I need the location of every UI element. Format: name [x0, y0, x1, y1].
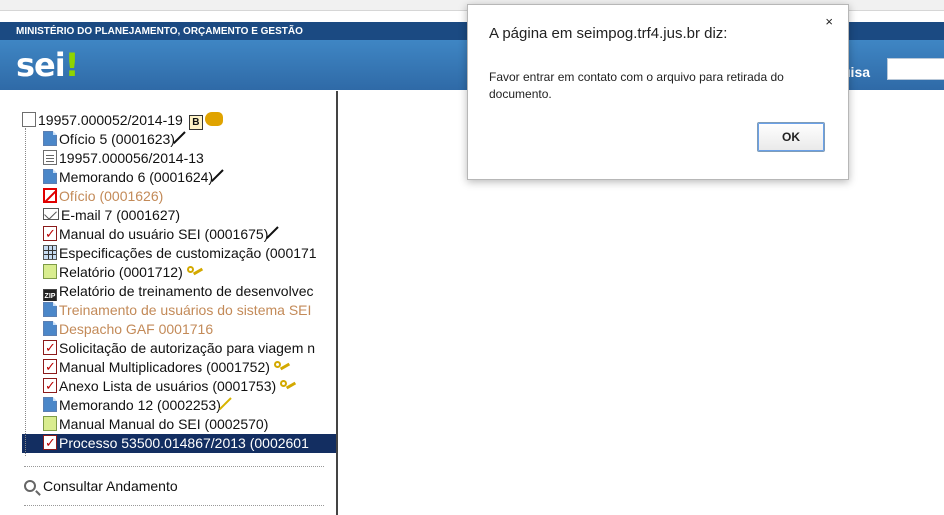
document-icon	[43, 321, 57, 336]
tree-item-3[interactable]: Ofício (0001626)	[22, 187, 336, 206]
tree-item-6[interactable]: Especificações de customização (000171	[22, 244, 336, 263]
tree-item-7[interactable]: Relatório (0001712)	[22, 263, 336, 282]
panel-divider[interactable]	[336, 91, 338, 515]
signature-icon	[216, 169, 236, 183]
tree-item-11[interactable]: Solicitação de autorização para viagem n	[22, 339, 336, 358]
tree-item-label: Treinamento de usuários do sistema SEI	[59, 302, 312, 318]
consult-history-label: Consultar Andamento	[43, 478, 178, 494]
document-list-icon	[22, 112, 36, 127]
tree-item-label: Memorando 12 (0002253)	[59, 397, 221, 413]
document-icon	[43, 397, 57, 412]
tree-root[interactable]: 19957.000052/2014-19 B	[22, 111, 336, 130]
tree-item-label: Manual do usuário SEI (0001675)	[59, 226, 269, 242]
document-icon	[43, 169, 57, 184]
tree-guide-line	[25, 128, 26, 456]
tree-item-label: Anexo Lista de usuários (0001753)	[59, 378, 277, 394]
key-icon	[273, 359, 292, 373]
ok-button[interactable]: OK	[757, 122, 825, 152]
tree-item-label: E-mail 7 (0001627)	[61, 207, 181, 223]
tree-item-label: Manual Manual do SEI (0002570)	[59, 416, 269, 432]
document-icon	[43, 302, 57, 317]
tree-item-12[interactable]: Manual Multiplicadores (0001752)	[22, 358, 336, 377]
tree-item-label: Processo 53500.014867/2013 (0002601	[59, 435, 309, 451]
hand-icon	[204, 112, 223, 126]
document-icon	[43, 131, 57, 146]
tree-item-label: Ofício 5 (0001623)	[59, 131, 175, 147]
tree-item-1[interactable]: 19957.000056/2014-13	[22, 149, 336, 168]
key-icon	[186, 264, 205, 278]
tree-item-label: Especificações de customização (000171	[59, 245, 317, 261]
signature-icon	[271, 226, 291, 240]
tree-item-label: Manual Multiplicadores (0001752)	[59, 359, 270, 375]
tree-item-label: Despacho GAF 0001716	[59, 321, 214, 337]
pdf-icon	[43, 225, 57, 243]
alert-dialog: A página em seimpog.trf4.jus.br diz: × F…	[467, 4, 849, 180]
tree-item-label: Solicitação de autorização para viagem n	[59, 340, 316, 356]
zip-icon: ZIP	[43, 289, 57, 301]
magnifier-icon	[24, 480, 36, 492]
tree-item-9[interactable]: Treinamento de usuários do sistema SEI	[22, 301, 336, 320]
consult-history-link[interactable]: Consultar Andamento	[24, 478, 178, 494]
pdf-icon	[43, 434, 57, 452]
badge-icon: B	[188, 115, 203, 130]
yellow-pen-icon	[224, 397, 244, 411]
spreadsheet-icon	[43, 245, 57, 260]
tree-item-label: Memorando 6 (0001624)	[59, 169, 214, 185]
pdf-icon	[43, 377, 57, 395]
sei-logo: sei!	[16, 46, 79, 84]
dialog-message: Favor entrar em contato com o arquivo pa…	[489, 70, 784, 101]
key-icon	[280, 378, 298, 392]
pdf-icon	[43, 339, 57, 357]
tree-item-label: Ofício (0001626)	[59, 188, 164, 204]
tree-item-13[interactable]: Anexo Lista de usuários (0001753)	[22, 377, 336, 396]
tree-item-5[interactable]: Manual do usuário SEI (0001675)	[22, 225, 336, 244]
cancelled-document-icon	[43, 188, 57, 203]
green-document-icon	[43, 416, 57, 431]
tree-root-label: 19957.000052/2014-19	[38, 112, 183, 128]
tree-item-2[interactable]: Memorando 6 (0001624)	[22, 168, 336, 187]
tree-item-16[interactable]: Processo 53500.014867/2013 (0002601	[22, 434, 336, 453]
tree-item-label: 19957.000056/2014-13	[59, 150, 204, 166]
close-icon[interactable]: ×	[825, 14, 833, 29]
tree-item-label: Relatório (0001712)	[59, 264, 183, 280]
search-input[interactable]	[887, 58, 944, 80]
tree-item-15[interactable]: Manual Manual do SEI (0002570)	[22, 415, 336, 434]
dialog-title: A página em seimpog.trf4.jus.br diz:	[489, 25, 728, 42]
ministry-title: MINISTÉRIO DO PLANEJAMENTO, ORÇAMENTO E …	[16, 26, 303, 37]
pdf-icon	[43, 358, 57, 376]
tree-item-label: Relatório de treinamento de desenvolvec	[59, 283, 314, 299]
separator	[24, 505, 324, 506]
signature-icon	[178, 131, 198, 145]
green-document-icon	[43, 264, 57, 279]
tree-item-0[interactable]: Ofício 5 (0001623)	[22, 130, 336, 149]
tree-item-8[interactable]: ZIP Relatório de treinamento de desenvolv…	[22, 282, 336, 301]
tree-item-4[interactable]: E-mail 7 (0001627)	[22, 206, 336, 225]
email-icon	[43, 208, 59, 220]
linked-process-icon	[43, 150, 57, 165]
separator	[24, 466, 324, 467]
tree-item-14[interactable]: Memorando 12 (0002253)	[22, 396, 336, 415]
process-tree: 19957.000052/2014-19 B Ofício 5 (0001623)…	[22, 111, 336, 453]
tree-item-10[interactable]: Despacho GAF 0001716	[22, 320, 336, 339]
